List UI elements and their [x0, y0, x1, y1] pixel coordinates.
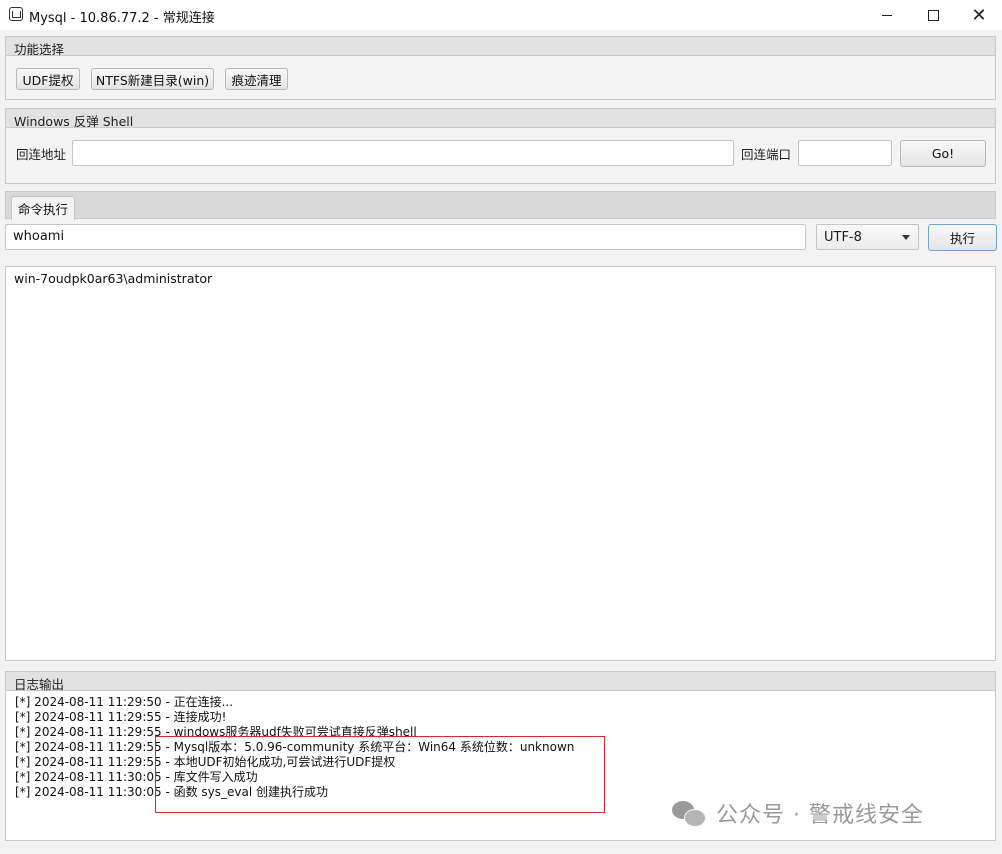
close-button[interactable]: ✕: [956, 0, 1002, 30]
command-output[interactable]: win-7oudpk0ar63\administrator: [5, 266, 996, 661]
callback-address-label: 回连地址: [16, 147, 67, 162]
wechat-icon: [672, 799, 706, 827]
close-icon: ✕: [971, 4, 987, 26]
udf-privilege-button[interactable]: UDF提权: [16, 68, 80, 90]
callback-address-input[interactable]: [72, 140, 734, 166]
encoding-select[interactable]: UTF-8: [816, 224, 919, 250]
log-group-header: 日志输出: [5, 671, 996, 692]
callback-port-label: 回连端口: [741, 147, 792, 162]
minimize-icon: [882, 14, 892, 16]
maximize-button[interactable]: [910, 0, 956, 30]
tab-bar: 命令执行: [5, 191, 996, 220]
maximize-icon: [927, 9, 939, 21]
app-icon: [9, 7, 23, 21]
reverse-shell-group-header: Windows 反弹 Shell: [5, 108, 996, 129]
function-group-header: 功能选择: [5, 36, 996, 57]
title-bar: Mysql - 10.86.77.2 - 常规连接 ✕: [0, 0, 1002, 30]
minimize-button[interactable]: [864, 0, 910, 30]
go-button[interactable]: Go!: [900, 140, 986, 167]
chevron-down-icon: [902, 235, 910, 240]
watermark: 公众号 · 警戒线安全: [672, 797, 924, 829]
command-output-text: win-7oudpk0ar63\administrator: [14, 271, 213, 286]
window-title: Mysql - 10.86.77.2 - 常规连接: [29, 11, 215, 26]
callback-port-input[interactable]: [798, 140, 892, 166]
log-line: [*] 2024-08-11 11:29:55 - 连接成功!: [15, 710, 227, 724]
execute-button[interactable]: 执行: [928, 224, 997, 251]
command-input[interactable]: whoami: [5, 224, 806, 250]
trace-clean-button[interactable]: 痕迹清理: [225, 68, 288, 90]
log-line: [*] 2024-08-11 11:29:50 - 正在连接...: [15, 695, 234, 709]
encoding-value: UTF-8: [824, 229, 862, 245]
tab-command-exec[interactable]: 命令执行: [11, 196, 76, 220]
watermark-text: 公众号 · 警戒线安全: [716, 803, 924, 828]
highlight-box: [155, 736, 605, 813]
ntfs-mkdir-button[interactable]: NTFS新建目录(win): [91, 68, 214, 90]
